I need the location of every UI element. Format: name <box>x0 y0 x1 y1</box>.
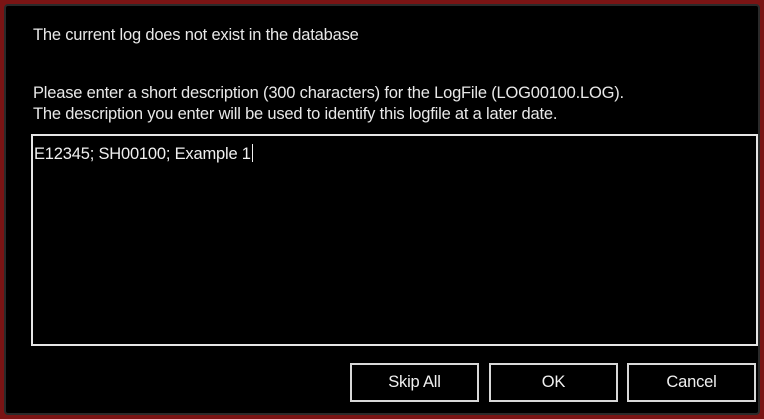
dialog-heading: The current log does not exist in the da… <box>33 26 359 44</box>
text-caret <box>251 144 253 162</box>
ok-button[interactable]: OK <box>489 363 618 402</box>
description-textarea[interactable]: E12345; SH00100; Example 1 <box>31 134 758 346</box>
cancel-button[interactable]: Cancel <box>627 363 756 402</box>
instruction-line-1: Please enter a short description (300 ch… <box>33 84 624 102</box>
log-description-dialog: The current log does not exist in the da… <box>4 4 760 415</box>
skip-all-button[interactable]: Skip All <box>350 363 479 402</box>
description-text: E12345; SH00100; Example 1 <box>34 145 251 163</box>
dialog-frame: The current log does not exist in the da… <box>0 0 764 419</box>
instruction-line-2: The description you enter will be used t… <box>33 105 558 123</box>
